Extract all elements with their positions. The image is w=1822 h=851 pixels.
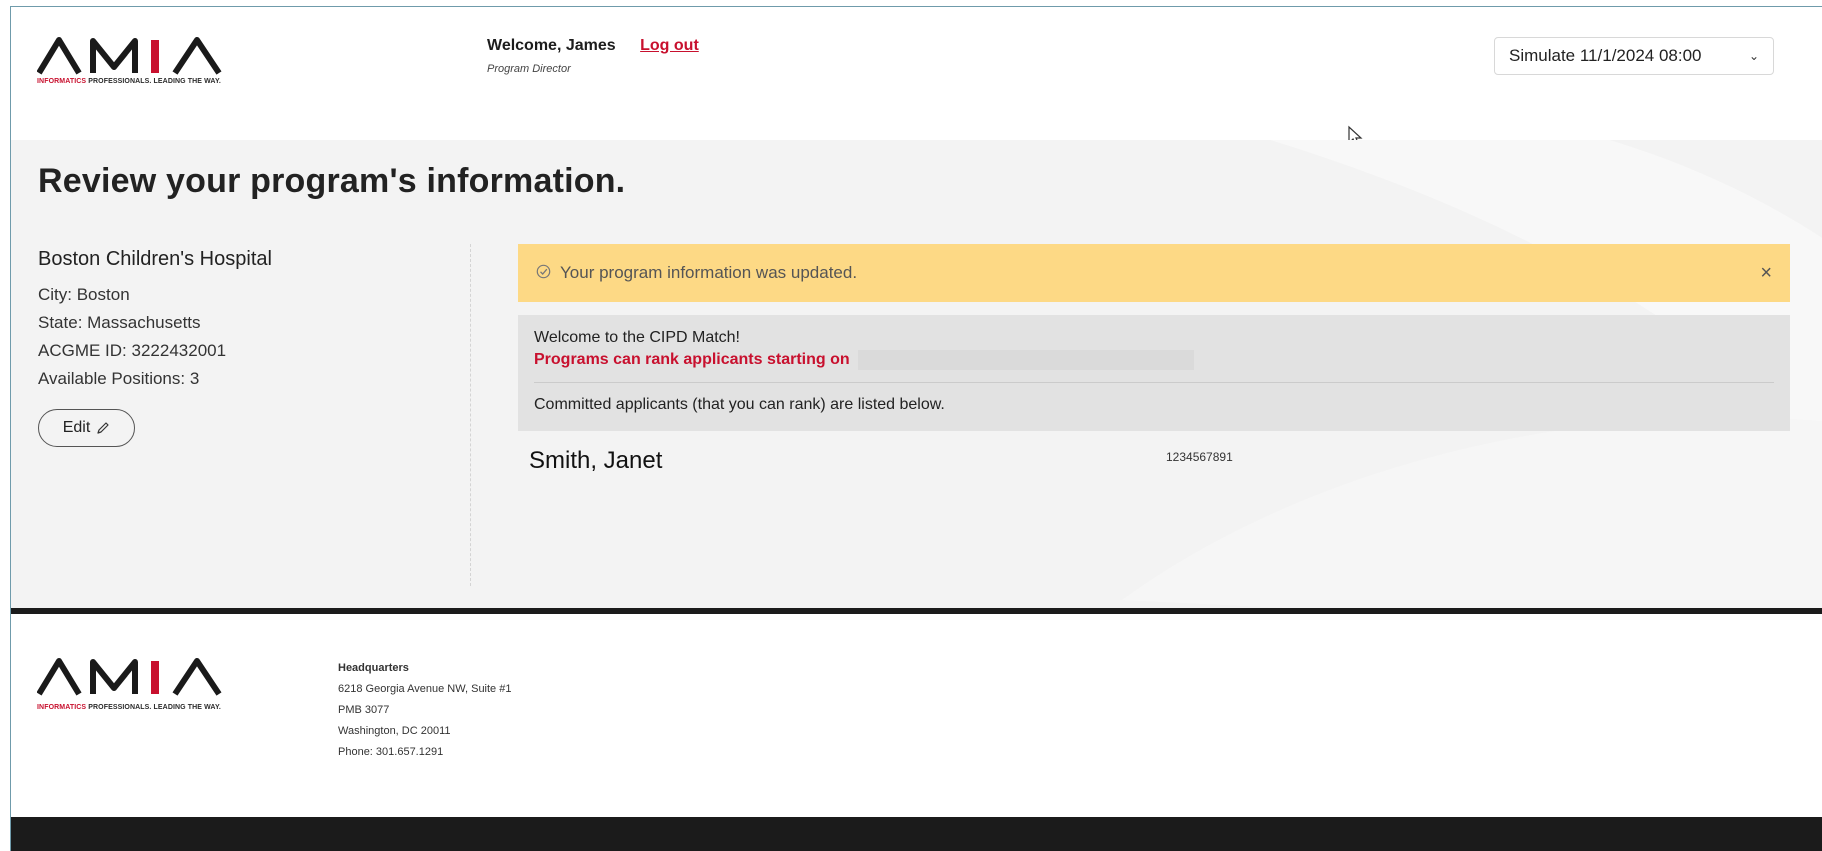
welcome-text: Welcome, James	[487, 37, 616, 54]
hq-address-line-1: 6218 Georgia Avenue NW, Suite #1	[338, 683, 512, 695]
committed-note: Committed applicants (that you can rank)…	[534, 396, 945, 413]
page-title: Review your program's information.	[38, 162, 626, 200]
user-greeting: Welcome, James Log out Program Director	[487, 37, 699, 75]
close-icon[interactable]: ×	[1760, 262, 1772, 285]
program-state: State: Massachusetts	[38, 313, 201, 332]
footer-logo-mark	[36, 658, 222, 696]
logout-link[interactable]: Log out	[640, 37, 699, 54]
column-divider	[470, 244, 471, 586]
success-alert: Your program information was updated. ×	[518, 244, 1790, 302]
info-separator	[534, 382, 1774, 383]
simulate-date-select[interactable]: Simulate 11/1/2024 08:00 ⌄	[1494, 37, 1774, 75]
program-acgme-id: ACGME ID: 3222432001	[38, 341, 227, 360]
redacted-date	[858, 350, 1195, 370]
footer-logo-tagline: INFORMATICS PROFESSIONALS. LEADING THE W…	[37, 704, 273, 711]
ranking-start-text: Programs can rank applicants starting on	[534, 351, 850, 369]
applicant-name[interactable]: Smith, Janet	[529, 447, 662, 475]
simulate-date-value: Simulate 11/1/2024 08:00	[1509, 46, 1702, 65]
check-circle-icon	[536, 264, 551, 283]
site-header: INFORMATICS PROFESSIONALS. LEADING THE W…	[11, 7, 1822, 147]
headquarters-address: Headquarters 6218 Georgia Avenue NW, Sui…	[338, 658, 511, 763]
main-content: Review your program's information. Bosto…	[11, 140, 1822, 608]
hq-title: Headquarters	[338, 662, 409, 674]
hq-phone: Phone: 301.657.1291	[338, 746, 444, 758]
logo-tagline: INFORMATICS PROFESSIONALS. LEADING THE W…	[37, 78, 273, 85]
program-name: Boston Children's Hospital	[38, 248, 272, 270]
ranking-start-notice: Programs can rank applicants starting on	[534, 350, 1195, 370]
footer-tagline-rest: PROFESSIONALS. LEADING THE WAY.	[88, 704, 221, 711]
match-welcome: Welcome to the CIPD Match!	[534, 329, 740, 346]
footer-bottom-bar	[11, 817, 1822, 851]
footer-tagline-accent: INFORMATICS	[37, 704, 87, 711]
applicant-id: 1234567891	[1166, 450, 1233, 464]
tagline-accent: INFORMATICS	[37, 78, 87, 85]
hq-address-line-2: PMB 3077	[338, 704, 390, 716]
tagline-rest: PROFESSIONALS. LEADING THE WAY.	[88, 78, 221, 85]
program-city: City: Boston	[38, 285, 130, 304]
program-details: Boston Children's Hospital City: Boston …	[38, 248, 272, 447]
match-info-box: Welcome to the CIPD Match! Programs can …	[518, 315, 1790, 431]
edit-button-label: Edit	[62, 419, 91, 436]
footer-amia-logo[interactable]: INFORMATICS PROFESSIONALS. LEADING THE W…	[36, 656, 273, 711]
hq-address-line-3: Washington, DC 20011	[338, 725, 451, 737]
chevron-down-icon: ⌄	[1748, 49, 1759, 63]
pencil-icon	[97, 422, 109, 434]
user-role: Program Director	[487, 63, 571, 75]
amia-logo[interactable]: INFORMATICS PROFESSIONALS. LEADING THE W…	[37, 35, 273, 85]
program-positions: Available Positions: 3	[38, 369, 200, 388]
site-footer: INFORMATICS PROFESSIONALS. LEADING THE W…	[11, 614, 1822, 817]
amia-logo-mark	[37, 37, 222, 75]
app-window: INFORMATICS PROFESSIONALS. LEADING THE W…	[10, 6, 1822, 851]
alert-message: Your program information was updated.	[560, 263, 858, 282]
edit-program-button[interactable]: Edit	[38, 409, 135, 447]
